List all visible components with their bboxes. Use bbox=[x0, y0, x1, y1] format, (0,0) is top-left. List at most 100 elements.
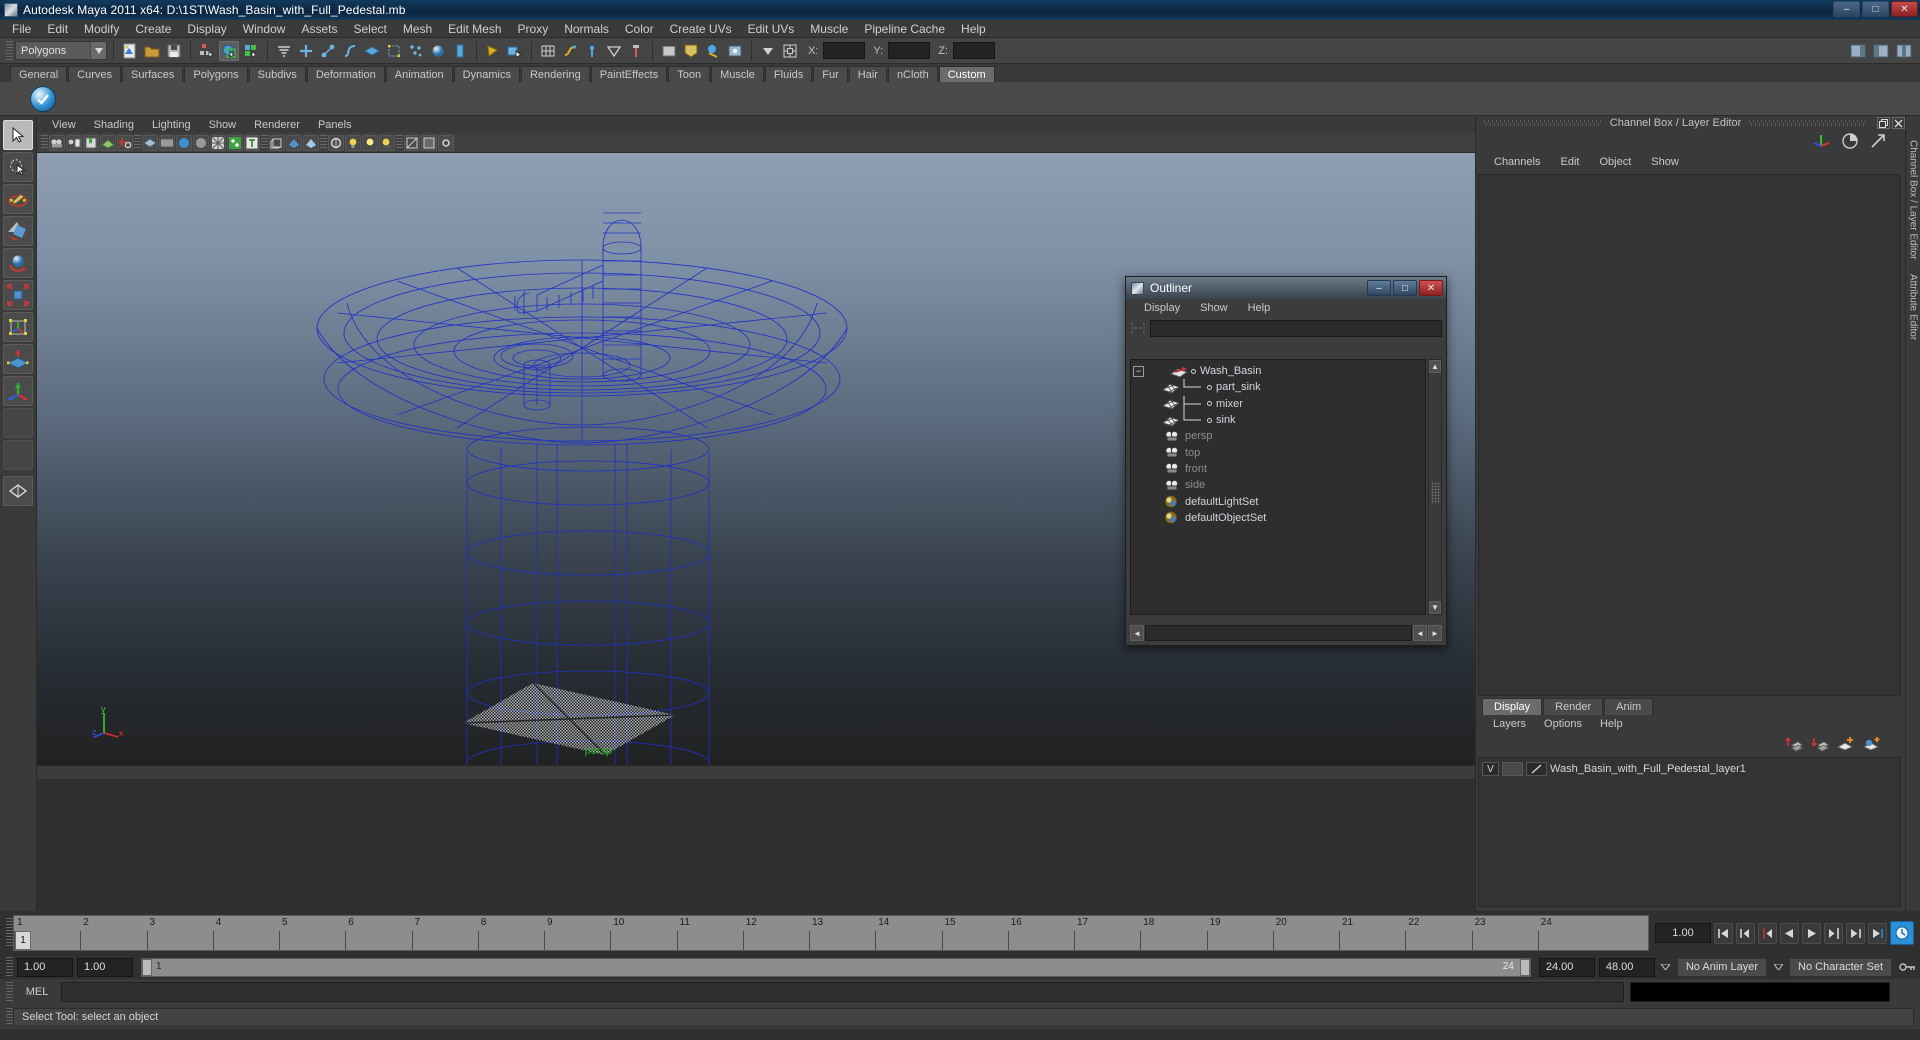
two-d-pan-zoom-icon[interactable] bbox=[117, 134, 133, 151]
outliner-row-front[interactable]: front bbox=[1131, 461, 1425, 477]
outliner-item-label[interactable]: sink bbox=[1216, 414, 1236, 426]
toolbar-grip-icon[interactable] bbox=[320, 135, 327, 150]
tab-render[interactable]: Render bbox=[1543, 698, 1604, 715]
viewport-settings-icon[interactable] bbox=[438, 134, 454, 151]
outliner-item-label[interactable]: part_sink bbox=[1216, 381, 1261, 393]
outliner-row-part-sink[interactable]: part_sink bbox=[1131, 379, 1425, 395]
menu-create-uvs[interactable]: Create UVs bbox=[662, 20, 740, 38]
shelf-tab-subdivs[interactable]: Subdivs bbox=[248, 66, 306, 82]
range-start-handle[interactable] bbox=[142, 958, 152, 976]
restore-icon[interactable] bbox=[1877, 117, 1890, 129]
layer-playback-toggle[interactable] bbox=[1502, 762, 1523, 776]
mask-curves-icon[interactable] bbox=[340, 41, 360, 61]
lighting-all-icon[interactable] bbox=[362, 134, 378, 151]
vtab-attribute-editor[interactable]: Attribute Editor bbox=[1908, 274, 1919, 340]
step-forward-frame-icon[interactable] bbox=[1824, 922, 1843, 944]
shelf-tab-polygons[interactable]: Polygons bbox=[184, 66, 248, 82]
menu-pipeline-cache[interactable]: Pipeline Cache bbox=[856, 20, 953, 38]
outliner-item-label[interactable]: defaultObjectSet bbox=[1185, 512, 1266, 524]
layer-menu-help[interactable]: Help bbox=[1591, 718, 1632, 730]
scroll-left-arrow-icon[interactable]: ◄ bbox=[1130, 625, 1144, 641]
bookmark-icon[interactable] bbox=[83, 134, 99, 151]
command-line-row[interactable]: MEL bbox=[0, 979, 1920, 1005]
channel-box-header-icons[interactable] bbox=[1476, 130, 1905, 152]
layer-row[interactable]: V Wash_Basin_with_Full_Pedestal_layer1 bbox=[1482, 761, 1897, 777]
layer-visibility-toggle[interactable]: V bbox=[1482, 762, 1499, 776]
close-icon[interactable] bbox=[1892, 117, 1905, 129]
toolbar-grip-icon[interactable] bbox=[41, 135, 48, 150]
shelf-tab-ncloth[interactable]: nCloth bbox=[887, 66, 938, 82]
range-end-time-field[interactable]: 24.00 bbox=[1538, 957, 1595, 977]
main-menubar[interactable]: File Edit Modify Create Display Window A… bbox=[0, 20, 1920, 38]
menu-modify[interactable]: Modify bbox=[76, 20, 127, 38]
layer-type-marker[interactable] bbox=[1526, 762, 1547, 776]
expander-toggle[interactable]: − bbox=[1133, 365, 1144, 377]
outliner-menubar[interactable]: Display Show Help bbox=[1126, 299, 1446, 317]
time-slider-controls[interactable]: 1.00 bbox=[1655, 921, 1920, 945]
time-slider-row[interactable]: 1 2 3 4 5 6 7 8 9 10 11 12 13 14 15 16 17 18 19 20 21 22 23 24 … bbox=[0, 911, 1920, 955]
axis-gizmo-icon[interactable] bbox=[1813, 132, 1831, 150]
layer-editor-menubar[interactable]: Layers Options Help bbox=[1476, 715, 1905, 733]
snap-to-grid-icon[interactable] bbox=[538, 41, 558, 61]
channel-menu-channels[interactable]: Channels bbox=[1484, 156, 1550, 168]
menu-file[interactable]: File bbox=[4, 20, 39, 38]
minimize-button[interactable]: – bbox=[1833, 1, 1860, 17]
viewport-menu-renderer[interactable]: Renderer bbox=[245, 119, 309, 131]
half-circle-icon[interactable] bbox=[1841, 132, 1859, 150]
menu-normals[interactable]: Normals bbox=[556, 20, 617, 38]
lasso-select-tool[interactable] bbox=[3, 152, 33, 182]
soft-modification-tool[interactable] bbox=[3, 344, 33, 374]
shelf-tab-surfaces[interactable]: Surfaces bbox=[121, 66, 184, 82]
chevron-down-icon[interactable] bbox=[90, 42, 106, 59]
viewport-menubar[interactable]: View Shading Lighting Show Renderer Pane… bbox=[37, 116, 1475, 133]
gamma-icon[interactable] bbox=[421, 134, 437, 151]
shelf-tab-fluids[interactable]: Fluids bbox=[764, 66, 813, 82]
mask-misc-icon[interactable] bbox=[450, 41, 470, 61]
right-vertical-tabs[interactable]: Channel Box / Layer Editor Attribute Edi… bbox=[1905, 116, 1920, 911]
arrow-diagonal-icon[interactable] bbox=[1869, 132, 1887, 150]
layer-down-icon[interactable] bbox=[1811, 736, 1829, 752]
mask-joints-icon[interactable] bbox=[318, 41, 338, 61]
show-manipulator-tool[interactable] bbox=[3, 376, 33, 406]
menu-edit-uvs[interactable]: Edit UVs bbox=[740, 20, 803, 38]
outliner-item-label[interactable]: persp bbox=[1185, 430, 1213, 442]
scrollbar-thumb-grip[interactable] bbox=[1431, 481, 1440, 504]
smooth-mesh-preview-icon[interactable] bbox=[303, 134, 319, 151]
texture-display-icon[interactable] bbox=[227, 134, 243, 151]
mask-rendering-icon[interactable] bbox=[428, 41, 448, 61]
select-by-hierarchy-icon[interactable] bbox=[197, 41, 217, 61]
new-layer-from-selected-icon[interactable] bbox=[1863, 736, 1881, 752]
channel-box-content[interactable] bbox=[1478, 174, 1901, 696]
range-slider-row[interactable]: 1.00 1.00 1 24 24.00 48.00 No Anim Layer… bbox=[0, 955, 1920, 979]
toolbar-grip-icon[interactable] bbox=[6, 982, 13, 1002]
new-scene-icon[interactable] bbox=[120, 41, 140, 61]
shelf-tab-fur[interactable]: Fur bbox=[813, 66, 848, 82]
lighting-default-icon[interactable] bbox=[345, 134, 361, 151]
shelf-tab-bar[interactable]: General Curves Surfaces Polygons Subdivs… bbox=[0, 64, 1920, 82]
snap-to-curve-icon[interactable] bbox=[560, 41, 580, 61]
layer-menu-layers[interactable]: Layers bbox=[1484, 718, 1535, 730]
outliner-horizontal-scrollbar[interactable]: ◄ ◄ ► bbox=[1130, 625, 1442, 641]
shelf-tab-deformation[interactable]: Deformation bbox=[306, 66, 385, 82]
viewport-menu-shading[interactable]: Shading bbox=[85, 119, 143, 131]
show-hide-attribute-editor-icon[interactable] bbox=[1871, 41, 1891, 61]
highlight-selection-icon[interactable] bbox=[505, 41, 525, 61]
xray-joints-icon[interactable] bbox=[286, 134, 302, 151]
render-settings-icon[interactable] bbox=[725, 41, 745, 61]
make-live-icon[interactable] bbox=[626, 41, 646, 61]
shelf-tab-muscle[interactable]: Muscle bbox=[711, 66, 764, 82]
menu-color[interactable]: Color bbox=[617, 20, 662, 38]
xray-display-icon[interactable] bbox=[269, 134, 285, 151]
outliner-item-label[interactable]: Wash_Basin bbox=[1200, 365, 1261, 377]
shelf-tab-dynamics[interactable]: Dynamics bbox=[453, 66, 520, 82]
outliner-item-label[interactable]: defaultLightSet bbox=[1185, 496, 1258, 508]
layer-menu-options[interactable]: Options bbox=[1535, 718, 1591, 730]
outliner-row-persp[interactable]: persp bbox=[1131, 428, 1425, 444]
animation-preferences-icon[interactable] bbox=[1890, 921, 1914, 945]
toolbar-grip-icon[interactable] bbox=[396, 135, 403, 150]
toolbar-grip-icon[interactable] bbox=[6, 957, 13, 977]
toolbar-grip-icon[interactable] bbox=[261, 135, 268, 150]
outliner-row-sink[interactable]: sink bbox=[1131, 412, 1425, 428]
character-set-selector[interactable]: No Character Set bbox=[1789, 957, 1892, 977]
range-slider-bar[interactable]: 1 24 bbox=[141, 957, 1531, 977]
